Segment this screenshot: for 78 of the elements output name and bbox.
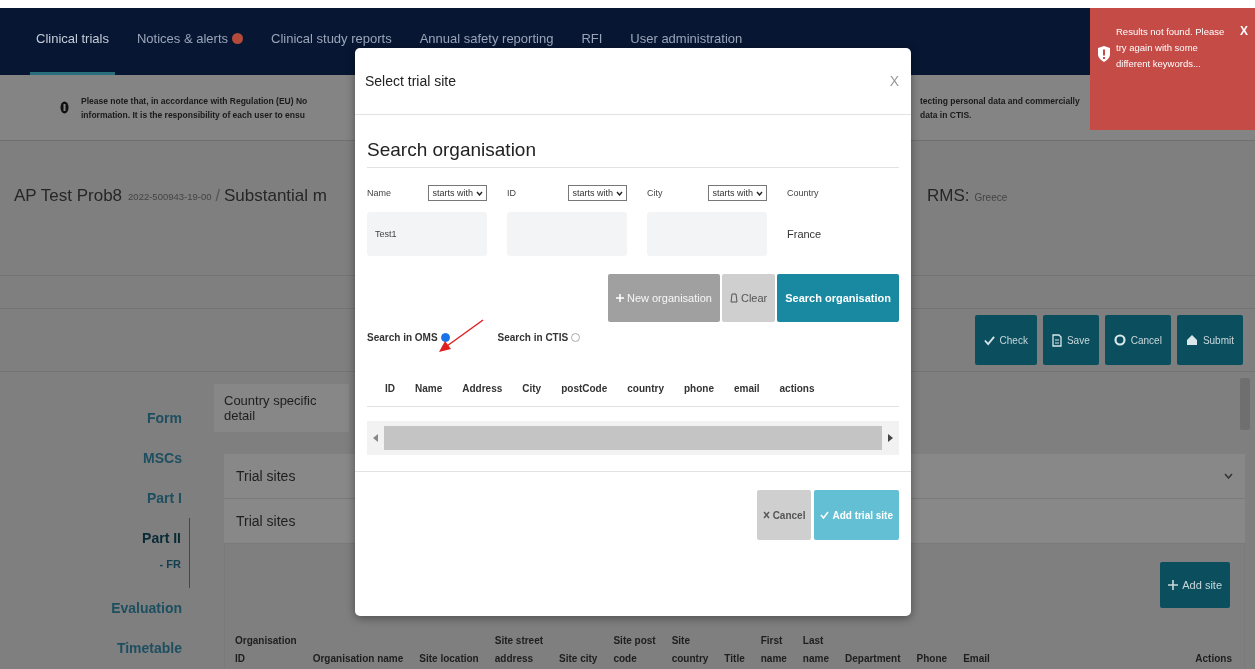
operator-select[interactable]: starts with [428, 185, 487, 201]
column-header: ID [385, 383, 395, 394]
column-header: Phone [916, 652, 948, 666]
section-title: Search organisation [367, 115, 899, 168]
notice-text: Please note that, in accordance with Regulation (EU) No information. It is the responsibility of each user to ensu [81, 94, 308, 122]
operator-select[interactable]: starts with [708, 185, 767, 201]
column-header: phone [683, 383, 714, 394]
column-header: Department [845, 652, 901, 666]
breadcrumb-separator: / [215, 187, 220, 205]
document-icon [1051, 333, 1062, 347]
side-nav-item[interactable]: Part II [142, 518, 189, 558]
caret-icon [616, 190, 623, 196]
filter-label: Name [367, 188, 391, 198]
dialog-button[interactable]: Search organisation [777, 274, 899, 322]
column-header: Organisation name [312, 652, 404, 666]
rms-value: Greece [974, 192, 1008, 203]
column-header: Actions [1195, 652, 1232, 666]
column-header: Name [415, 383, 443, 394]
column-header: Site country [671, 634, 709, 666]
check-icon [820, 511, 830, 519]
plus-icon [615, 294, 624, 302]
scroll-left-icon[interactable] [373, 434, 378, 442]
dialog-title: Select trial site [365, 73, 457, 89]
close-icon [762, 511, 770, 519]
dialog-button[interactable]: Cancel [756, 490, 812, 540]
info-icon [60, 101, 69, 114]
country-panel[interactable]: Country specific detail [214, 384, 349, 432]
filter-label: City [647, 188, 663, 198]
add-site-button[interactable]: Add site [1160, 562, 1230, 608]
eraser-icon [729, 293, 738, 303]
notification-badge [232, 33, 243, 44]
radio-button[interactable] [440, 333, 450, 342]
toolbar-button[interactable]: Check [974, 315, 1037, 365]
column-header: postCode [561, 383, 608, 394]
shield-icon [1098, 46, 1110, 62]
dialog-button[interactable]: Clear [721, 274, 776, 322]
column-header: Site location [419, 652, 479, 666]
trial-number: 2022-500943-19-00 [128, 190, 212, 202]
column-header: Last name [802, 634, 829, 666]
trial-title: AP Test Prob8 [14, 186, 123, 206]
nav-tab[interactable]: Notices & alerts [130, 31, 249, 75]
toolbar-button[interactable]: Save [1042, 315, 1099, 365]
caret-icon [476, 190, 483, 196]
toolbar-button[interactable]: Cancel [1104, 315, 1171, 365]
rms-label: RMS: [927, 186, 970, 206]
page-subtitle: Substantial m [224, 186, 327, 206]
toolbar-button[interactable]: Submit [1176, 315, 1243, 365]
column-header: Title [724, 652, 745, 666]
source-radio[interactable]: Search in CTIS [497, 332, 581, 343]
pointer-arrow-drawing [437, 318, 485, 354]
operator-select[interactable]: starts with [568, 185, 627, 201]
column-header: City [522, 383, 542, 394]
close-button[interactable]: X [1240, 24, 1248, 38]
notice-text: tecting personal data and commercially data in CTIS. [920, 94, 1080, 122]
column-header: Site post code [613, 634, 656, 666]
side-nav-subitem[interactable]: - FR [159, 558, 189, 588]
column-header: email [733, 383, 760, 394]
close-button[interactable]: X [889, 73, 899, 89]
column-header: actions [779, 383, 815, 394]
check-icon [983, 334, 995, 346]
column-header: Organisation ID [235, 634, 297, 666]
filter-label: Country [787, 188, 819, 198]
horizontal-scrollbar[interactable] [367, 421, 899, 455]
caret-icon [756, 190, 763, 196]
plus-icon [1168, 580, 1179, 590]
column-header: Email [963, 652, 990, 666]
column-header: Site city [559, 652, 598, 666]
column-header: Site street address [494, 634, 544, 666]
column-header: Address [462, 383, 503, 394]
circle-icon [1113, 334, 1126, 346]
filter-label: ID [507, 188, 516, 198]
column-header: First name [760, 634, 787, 666]
source-radio[interactable]: Search in OMS [367, 332, 450, 343]
scroll-right-icon[interactable] [888, 434, 893, 442]
column-header: country [627, 383, 664, 394]
country-value: France [787, 227, 822, 242]
toast-message: Results not found. Please try again with some different keywords... [1116, 25, 1226, 71]
search-field[interactable]: Test1 [367, 212, 487, 256]
